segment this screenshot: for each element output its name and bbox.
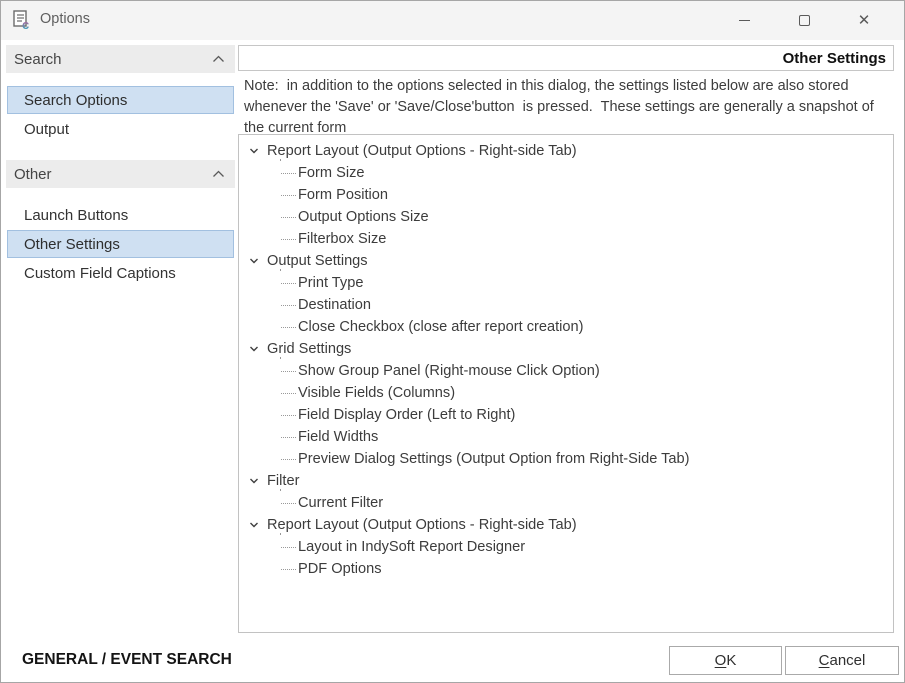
tree-parent-row[interactable]: Filter <box>239 470 893 492</box>
tree-children: Form Size Form Position Output Options S… <box>239 162 893 250</box>
panel-title-box: Other Settings <box>238 45 894 71</box>
tree-parent-row[interactable]: Report Layout (Output Options - Right-si… <box>239 140 893 162</box>
tree-child-row[interactable]: PDF Options <box>239 558 893 580</box>
titlebar[interactable]: c Options ✕ <box>1 1 904 40</box>
ok-button[interactable]: OK <box>669 646 782 675</box>
tree-group: Grid Settings Show Group Panel (Right-mo… <box>239 338 893 470</box>
chevron-down-icon[interactable] <box>248 145 260 157</box>
tree-node-label: Visible Fields (Columns) <box>298 385 455 401</box>
tree-node-label: Field Widths <box>298 429 378 445</box>
chevron-down-icon[interactable] <box>248 255 260 267</box>
context-label: GENERAL / EVENT SEARCH <box>22 651 232 669</box>
tree-children: Show Group Panel (Right-mouse Click Opti… <box>239 360 893 470</box>
tree-node-label: Report Layout (Output Options - Right-si… <box>267 143 577 159</box>
tree-child-row[interactable]: Form Size <box>239 162 893 184</box>
chevron-up-icon[interactable] <box>212 51 225 68</box>
tree-child-row[interactable]: Visible Fields (Columns) <box>239 382 893 404</box>
tree-node-label: Preview Dialog Settings (Output Option f… <box>298 451 690 467</box>
tree-node-label: Report Layout (Output Options - Right-si… <box>267 517 577 533</box>
sidebar-item-label: Search Options <box>24 92 127 109</box>
tree-children: Layout in IndySoft Report Designer PDF O… <box>239 536 893 580</box>
sidebar-item-custom-field-captions[interactable]: Custom Field Captions <box>7 259 234 287</box>
app-logo-icon: c <box>13 10 33 30</box>
tree-node-label: Form Size <box>298 165 365 181</box>
sidebar-item-label: Custom Field Captions <box>24 265 176 282</box>
page-title: Other Settings <box>783 50 886 67</box>
caption-controls: ✕ <box>714 1 894 40</box>
close-icon[interactable]: ✕ <box>834 1 894 40</box>
sidebar-section-title: Other <box>14 166 52 183</box>
tree-group: Output Settings Print Type Destination C… <box>239 250 893 338</box>
tree-body: Report Layout (Output Options - Right-si… <box>239 135 893 580</box>
tree-child-row[interactable]: Close Checkbox (close after report creat… <box>239 316 893 338</box>
cancel-rest: ancel <box>829 652 865 669</box>
sidebar-item-other-settings[interactable]: Other Settings <box>7 230 234 258</box>
tree-child-row[interactable]: Destination <box>239 294 893 316</box>
sidebar: Search Search Options Output Other Launc… <box>6 45 235 304</box>
sidebar-item-search-options[interactable]: Search Options <box>7 86 234 114</box>
tree-child-row[interactable]: Field Widths <box>239 426 893 448</box>
tree-child-row[interactable]: Filterbox Size <box>239 228 893 250</box>
tree-node-label: Field Display Order (Left to Right) <box>298 407 515 423</box>
settings-tree[interactable]: Report Layout (Output Options - Right-si… <box>238 134 894 633</box>
tree-child-row[interactable]: Field Display Order (Left to Right) <box>239 404 893 426</box>
tree-group: Report Layout (Output Options - Right-si… <box>239 140 893 250</box>
sidebar-item-launch-buttons[interactable]: Launch Buttons <box>7 201 234 229</box>
note-text: Note: in addition to the options selecte… <box>238 76 890 139</box>
tree-group: Filter Current Filter <box>239 470 893 514</box>
sidebar-items-search: Search Options Output <box>6 73 235 160</box>
cancel-accel: C <box>819 652 830 669</box>
tree-node-label: Destination <box>298 297 371 313</box>
tree-node-label: Show Group Panel (Right-mouse Click Opti… <box>298 363 600 379</box>
tree-node-label: Grid Settings <box>267 341 351 357</box>
tree-node-label: Filter <box>267 473 299 489</box>
tree-node-label: Close Checkbox (close after report creat… <box>298 319 584 335</box>
tree-parent-row[interactable]: Output Settings <box>239 250 893 272</box>
tree-child-row[interactable]: Show Group Panel (Right-mouse Click Opti… <box>239 360 893 382</box>
sidebar-item-label: Other Settings <box>24 236 120 253</box>
sidebar-item-label: Launch Buttons <box>24 207 128 224</box>
main-panel: Other Settings Note: in addition to the … <box>238 45 894 139</box>
sidebar-item-output[interactable]: Output <box>7 115 234 143</box>
sidebar-section-other[interactable]: Other <box>6 160 235 188</box>
tree-parent-row[interactable]: Report Layout (Output Options - Right-si… <box>239 514 893 536</box>
svg-text:c: c <box>22 17 29 30</box>
tree-node-label: PDF Options <box>298 561 382 577</box>
options-dialog: c Options ✕ Search Search Options Output <box>0 0 905 683</box>
tree-node-label: Output Settings <box>267 253 368 269</box>
tree-node-label: Filterbox Size <box>298 231 386 247</box>
tree-child-row[interactable]: Layout in IndySoft Report Designer <box>239 536 893 558</box>
tree-child-row[interactable]: Preview Dialog Settings (Output Option f… <box>239 448 893 470</box>
chevron-down-icon[interactable] <box>248 475 260 487</box>
tree-children: Current Filter <box>239 492 893 514</box>
sidebar-items-other: Launch Buttons Other Settings Custom Fie… <box>6 188 235 304</box>
sidebar-section-search[interactable]: Search <box>6 45 235 73</box>
tree-node-label: Current Filter <box>298 495 383 511</box>
tree-child-row[interactable]: Form Position <box>239 184 893 206</box>
tree-node-label: Form Position <box>298 187 388 203</box>
tree-children: Print Type Destination Close Checkbox (c… <box>239 272 893 338</box>
tree-child-row[interactable]: Print Type <box>239 272 893 294</box>
tree-group: Report Layout (Output Options - Right-si… <box>239 514 893 580</box>
tree-node-label: Output Options Size <box>298 209 429 225</box>
tree-parent-row[interactable]: Grid Settings <box>239 338 893 360</box>
ok-accel: O <box>715 652 727 669</box>
cancel-button[interactable]: Cancel <box>785 646 899 675</box>
chevron-up-icon[interactable] <box>212 166 225 183</box>
tree-node-label: Layout in IndySoft Report Designer <box>298 539 525 555</box>
sidebar-section-title: Search <box>14 51 62 68</box>
maximize-icon[interactable] <box>774 1 834 40</box>
ok-rest: K <box>726 652 736 669</box>
chevron-down-icon[interactable] <box>248 519 260 531</box>
minimize-icon[interactable] <box>714 1 774 40</box>
tree-child-row[interactable]: Output Options Size <box>239 206 893 228</box>
window-title: Options <box>40 11 90 27</box>
tree-node-label: Print Type <box>298 275 363 291</box>
tree-child-row[interactable]: Current Filter <box>239 492 893 514</box>
chevron-down-icon[interactable] <box>248 343 260 355</box>
sidebar-item-label: Output <box>24 121 69 138</box>
